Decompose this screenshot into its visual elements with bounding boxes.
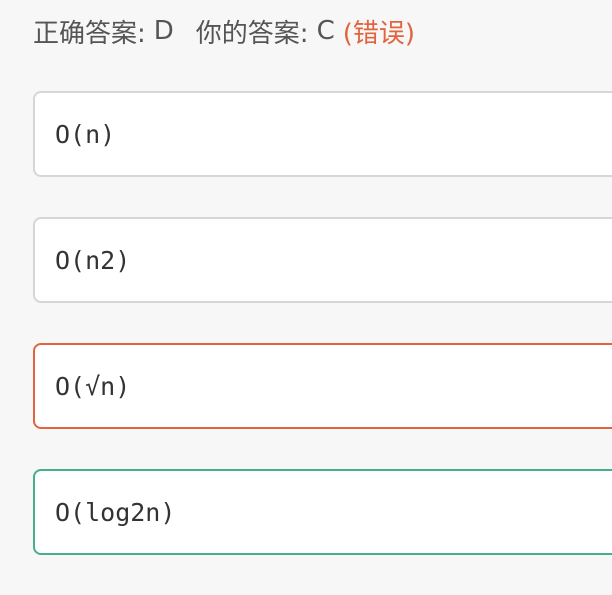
correct-answer-label: 正确答案: — [33, 18, 146, 49]
option-a[interactable]: O(n) — [33, 91, 612, 177]
answer-status-badge: (错误) — [342, 18, 416, 49]
answer-result: 正确答案: D 你的答案: C (错误) — [33, 13, 415, 49]
option-c[interactable]: O(√n) — [33, 343, 612, 429]
correct-answer-value: D — [153, 16, 174, 46]
option-d-text: O(log2n) — [55, 497, 176, 527]
option-d[interactable]: O(log2n) — [33, 469, 612, 555]
option-c-text: O(√n) — [55, 371, 131, 401]
option-a-text: O(n) — [55, 119, 116, 149]
your-answer-label: 你的答案: — [195, 18, 309, 49]
answer-options-list: O(n) O(n2) O(√n) O(log2n) — [33, 91, 612, 595]
option-b[interactable]: O(n2) — [33, 217, 612, 303]
your-answer-value: C — [316, 16, 335, 46]
option-b-text: O(n2) — [55, 245, 131, 275]
